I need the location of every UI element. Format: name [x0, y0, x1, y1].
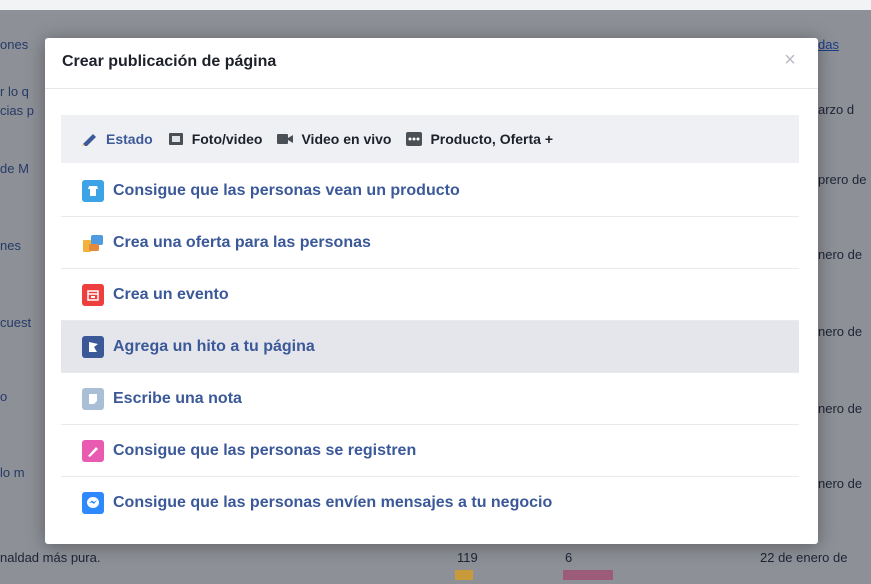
option-label: Consigue que las personas se registren — [113, 441, 417, 459]
dialog-title: Crear publicación de página — [62, 53, 277, 70]
bg-text: r lo q — [0, 84, 29, 99]
signup-icon — [82, 439, 104, 462]
live-video-icon — [277, 134, 294, 144]
option-offer[interactable]: Crea una oferta para las personas — [61, 217, 799, 269]
bg-text: lo m — [0, 465, 25, 480]
flag-icon — [82, 335, 104, 358]
bg-date: prero de — [818, 172, 867, 187]
option-event[interactable]: Crea un evento — [61, 269, 799, 321]
bg-text: nes — [0, 238, 21, 253]
option-label: Consigue que las personas vean un produc… — [113, 181, 460, 199]
tab-label: Video en vivo — [301, 131, 392, 147]
bg-date: nero de — [818, 324, 863, 339]
option-product[interactable]: Consigue que las personas vean un produc… — [61, 165, 799, 217]
tab-label: Producto, Oferta + — [430, 131, 553, 147]
option-messages[interactable]: Consigue que las personas envíen mensaje… — [61, 477, 799, 529]
close-button[interactable]: × — [780, 50, 800, 70]
post-type-tabs: Estado Foto/video Video en vivo Producto… — [61, 115, 799, 163]
option-note[interactable]: Escribe una nota — [61, 373, 799, 425]
bg-bar — [563, 570, 613, 580]
bg-link[interactable]: das — [818, 37, 839, 52]
option-signup[interactable]: Consigue que las personas se registren — [61, 425, 799, 477]
note-icon — [82, 387, 104, 410]
bg-date: nero de — [818, 476, 863, 491]
tab-foto-video[interactable]: Foto/video — [167, 131, 263, 147]
tab-label: Estado — [106, 131, 153, 147]
option-milestone[interactable]: Agrega un hito a tu página — [61, 321, 799, 373]
create-post-dialog: Crear publicación de página × Estado Fot… — [45, 38, 818, 544]
option-label: Consigue que las personas envíen mensaje… — [113, 494, 553, 511]
tab-producto-oferta[interactable]: Producto, Oferta + — [405, 131, 553, 147]
bg-count: 119 — [457, 550, 478, 565]
calendar-icon — [82, 283, 104, 306]
bg-count: 6 — [565, 550, 573, 565]
tab-video-en-vivo[interactable]: Video en vivo — [276, 131, 391, 147]
photo-icon — [168, 133, 183, 145]
top-strip — [0, 0, 871, 10]
pencil-icon — [82, 134, 96, 146]
tab-estado[interactable]: Estado — [81, 131, 153, 147]
bg-bar — [455, 570, 473, 580]
bg-date: arzo d — [818, 102, 855, 117]
more-icon — [406, 132, 423, 146]
bg-post-text: naldad más pura. — [0, 550, 101, 565]
bg-text: o — [0, 389, 8, 404]
dialog-header: Crear publicación de página × — [45, 38, 818, 89]
bg-text: cias p — [0, 103, 34, 118]
product-icon — [82, 179, 104, 202]
option-label: Agrega un hito a tu página — [113, 337, 315, 355]
option-label: Crea una oferta para las personas — [113, 233, 371, 251]
option-label: Crea un evento — [113, 285, 229, 303]
bg-date: 22 de enero de — [760, 550, 848, 565]
tab-label: Foto/video — [191, 131, 263, 147]
offer-icon — [82, 232, 104, 254]
bg-text: cuest — [0, 315, 32, 330]
option-label: Escribe una nota — [113, 389, 242, 407]
bg-date: nero de — [818, 247, 863, 262]
dialog-body: Estado Foto/video Video en vivo Producto… — [61, 91, 799, 531]
bg-text: de M — [0, 161, 29, 176]
messenger-icon — [82, 492, 104, 514]
bg-date: nero de — [818, 401, 863, 416]
bg-text: ones — [0, 37, 29, 52]
